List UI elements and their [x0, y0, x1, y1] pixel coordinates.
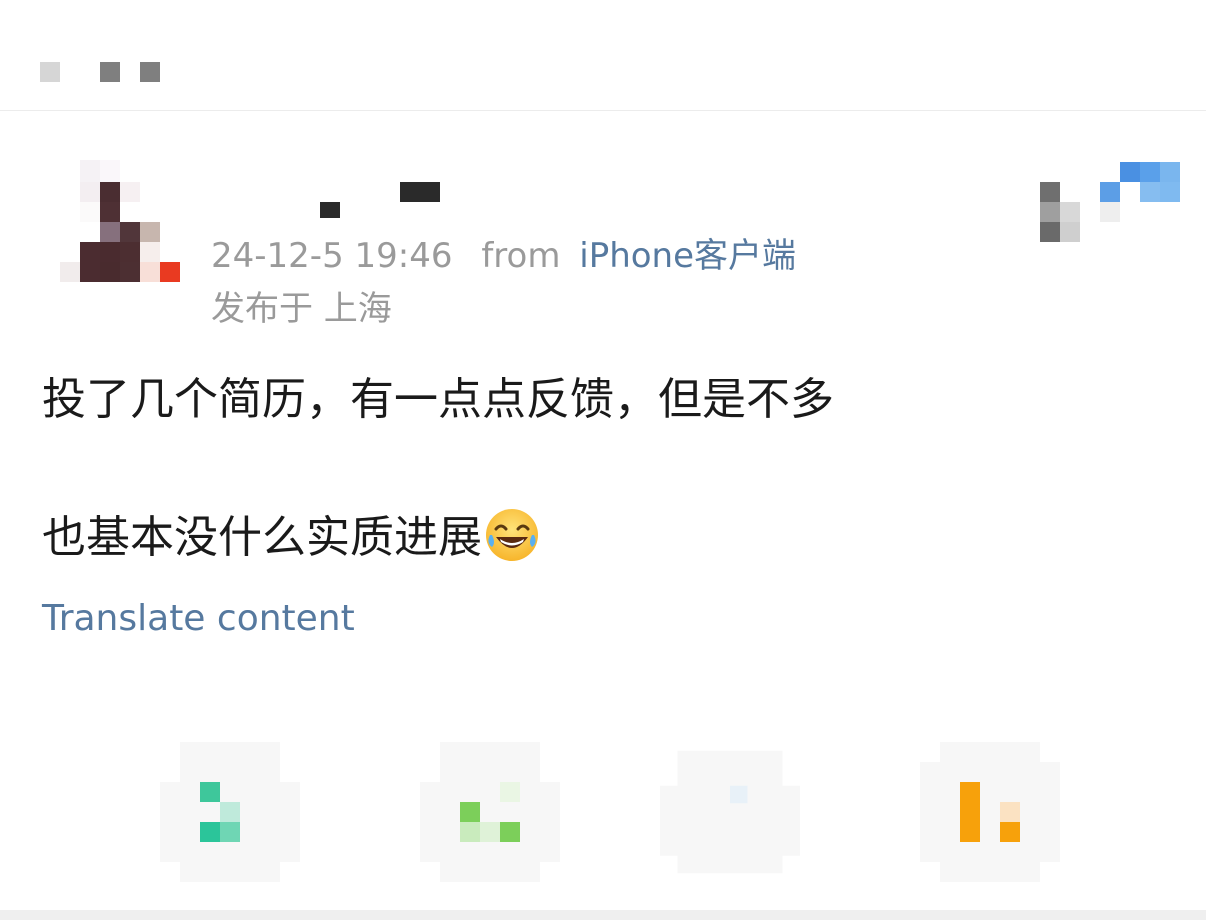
author-name[interactable] [320, 182, 440, 218]
post-timestamp: 24-12-5 19:46 [211, 236, 453, 276]
bottom-divider [0, 910, 1206, 920]
avatar[interactable] [60, 160, 180, 282]
back-arrow-icon[interactable] [40, 62, 60, 82]
from-label: from [481, 236, 561, 276]
like-icon[interactable] [920, 742, 1060, 882]
source-link[interactable]: iPhone客户端 [579, 236, 796, 276]
repost-icon[interactable] [660, 742, 800, 882]
laughing-tears-emoji [486, 509, 538, 561]
post-text-line-2: 也基本没什么实质进展 [42, 508, 540, 568]
top-bar-icons [40, 62, 160, 82]
more-dots-icon[interactable] [140, 62, 160, 82]
post-meta: 24-12-5 19:46 from iPhone客户端 [211, 232, 796, 280]
comment-icon[interactable] [420, 742, 560, 882]
follow-button[interactable] [1040, 162, 1180, 242]
top-divider [0, 110, 1206, 111]
post-location: 发布于 上海 [211, 289, 392, 329]
share-icon[interactable] [160, 742, 300, 882]
post-text-line-1: 投了几个简历，有一点点反馈，但是不多 [42, 374, 834, 425]
translate-link[interactable]: Translate content [42, 594, 355, 644]
top-bar [0, 0, 1206, 110]
post-text-line-2-text: 也基本没什么实质进展 [42, 512, 482, 563]
more-dots-icon[interactable] [100, 62, 120, 82]
